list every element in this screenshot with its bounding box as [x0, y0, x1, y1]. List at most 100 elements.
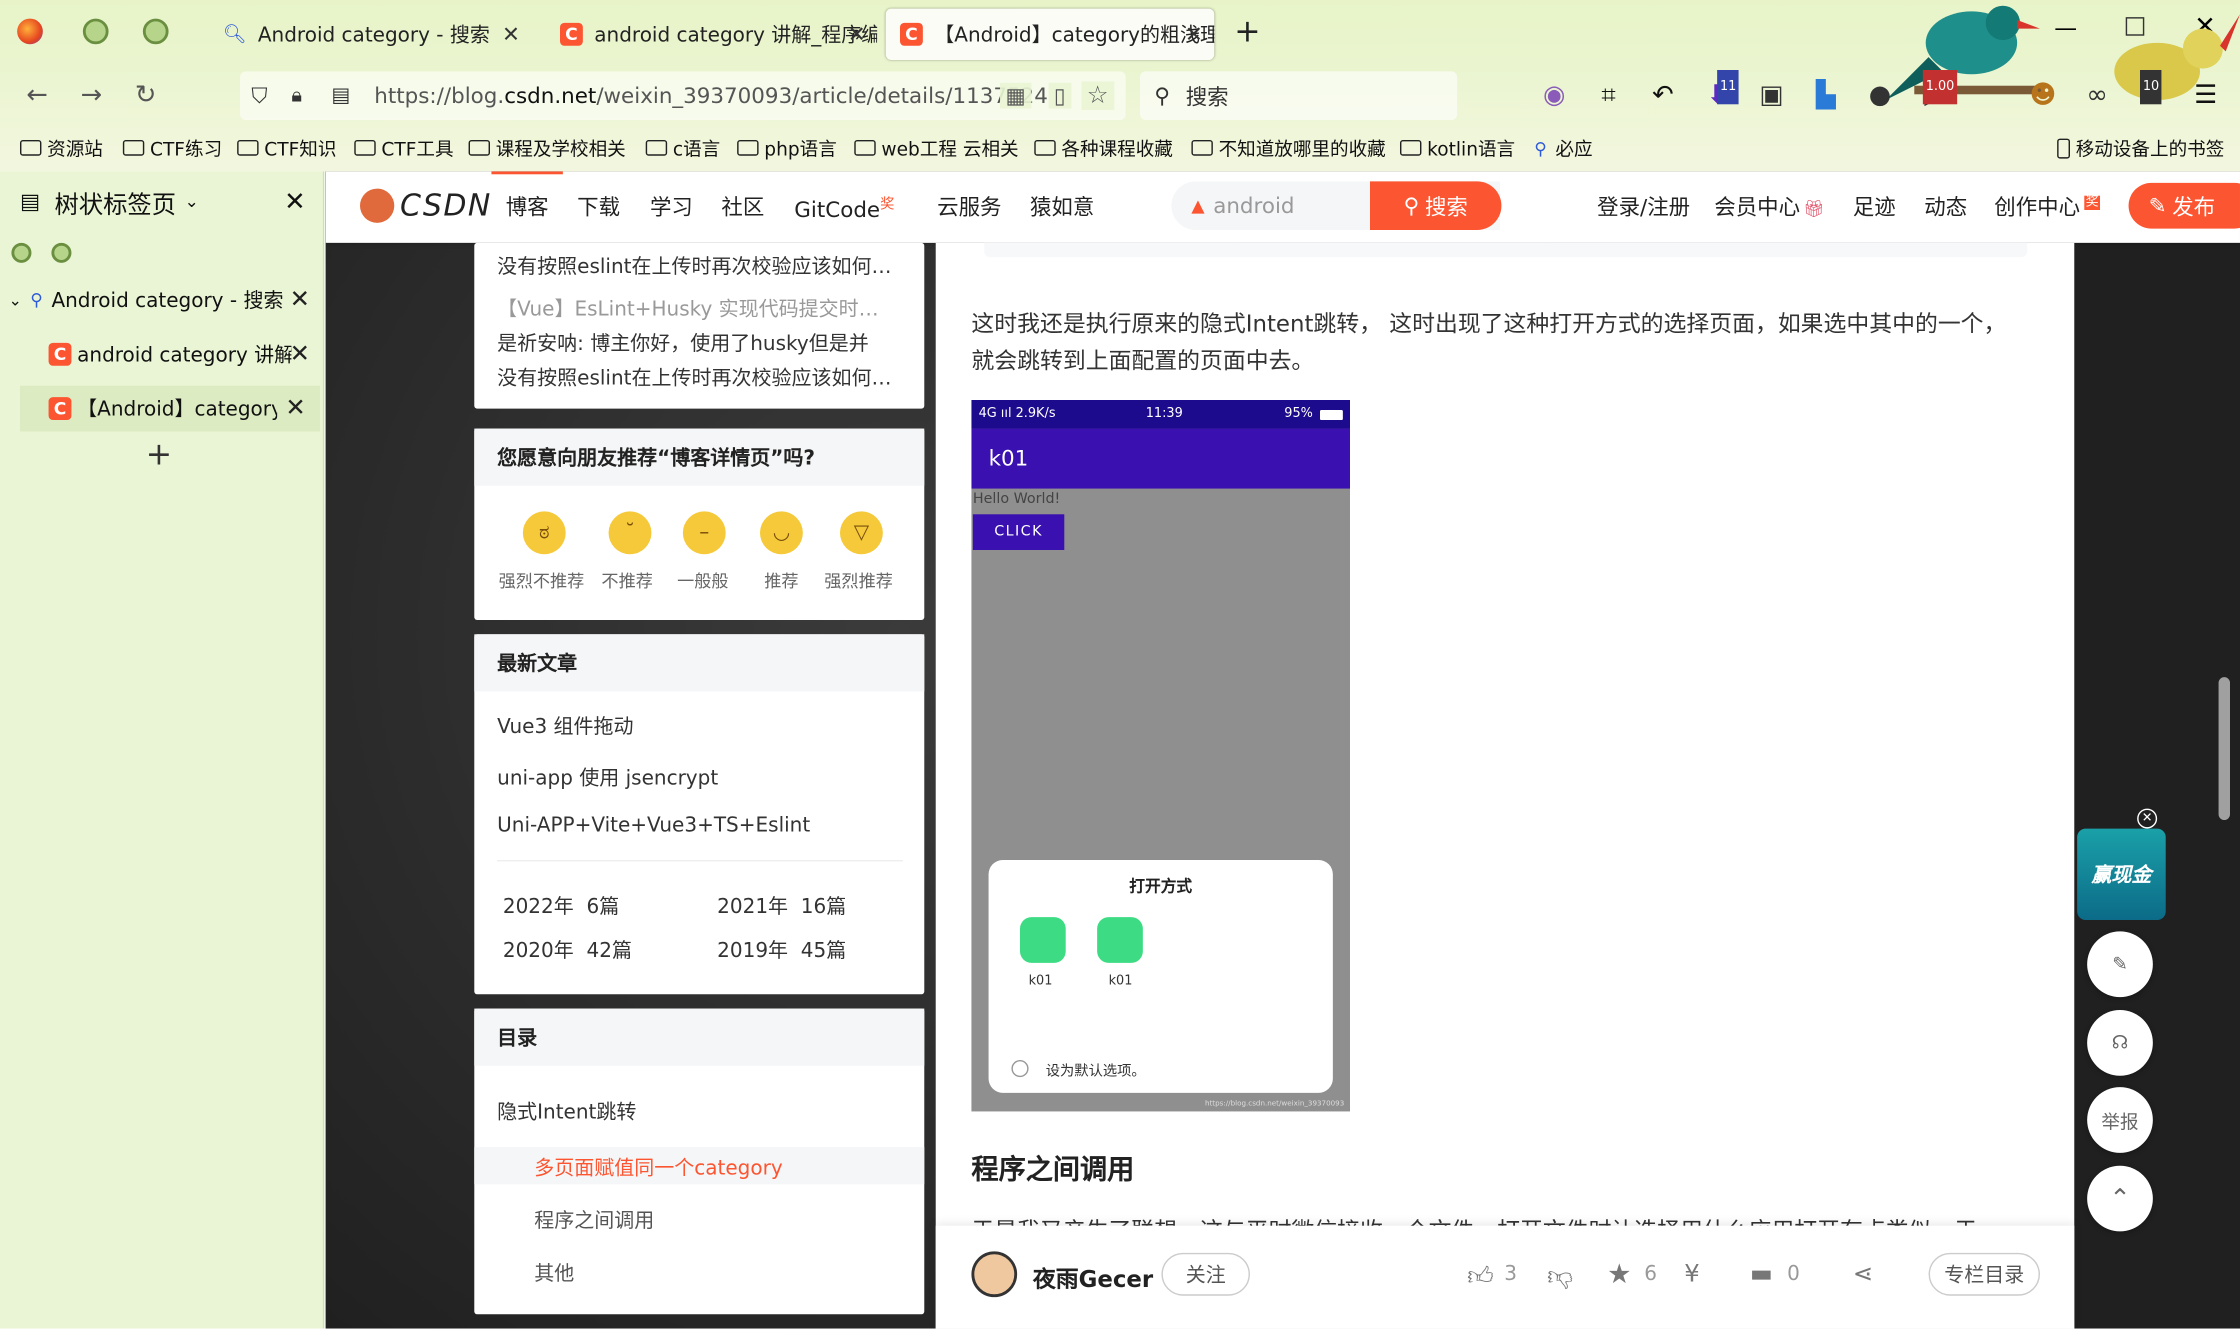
chevron-down-icon[interactable]: ⌄ [9, 291, 22, 310]
close-icon[interactable]: ✕ [290, 340, 310, 369]
article-link[interactable]: Uni-APP+Vite+Vue3+TS+Eslint [497, 814, 810, 837]
archive-link[interactable]: 2019年 45篇 [717, 936, 846, 965]
extension-icon[interactable]: ● [1863, 79, 1897, 113]
reader-view-icon[interactable]: ▯ [1048, 82, 1072, 109]
column-catalog-button[interactable]: 专栏目录 [1928, 1252, 2040, 1296]
bookmark-folder[interactable]: 不知道放哪里的收藏 [1191, 134, 1386, 161]
csdn-search-button[interactable]: ⚲ 搜索 [1369, 181, 1502, 230]
toc-item[interactable]: 程序之间调用 [534, 1206, 654, 1235]
csdn-logo[interactable]: CSDN [359, 188, 492, 223]
archive-link[interactable]: 2022年 6篇 [503, 891, 619, 920]
sidebar-item-android-category[interactable]: C android category 讲解_程 ✕ [0, 331, 324, 377]
neutral-face-icon[interactable]: – [682, 511, 726, 555]
chevron-down-icon[interactable]: ⌄ [185, 191, 199, 211]
sidebar-header[interactable]: ▤ 树状标签页 ⌄ ✕ [0, 171, 323, 231]
nav-learn[interactable]: 学习 [650, 191, 693, 221]
close-icon[interactable]: ✕ [502, 21, 520, 47]
bookmark-folder[interactable]: 各种课程收藏 [1034, 134, 1173, 161]
toc-item[interactable]: 隐式Intent跳转 [497, 1097, 636, 1126]
firefox-icon[interactable] [17, 18, 43, 45]
unhappy-face-icon[interactable]: ˘ [608, 511, 652, 555]
comment-text[interactable]: 是祈安呐: 博主你好，使用了husky但是并 [497, 329, 869, 358]
crop-icon[interactable]: ⌗ [1591, 79, 1625, 113]
bookmark-folder[interactable]: php语言 [737, 134, 837, 161]
extension-icon[interactable]: ☻ [2026, 79, 2060, 113]
comment-text[interactable]: 没有按照eslint在上传时再次校验应该如何… [497, 363, 891, 392]
toc-item[interactable]: 多页面赋值同一个category [534, 1153, 782, 1182]
scrollbar-thumb[interactable] [2218, 677, 2230, 820]
bookmark-folder[interactable]: CTF练习 [122, 134, 222, 161]
bookmark-folder[interactable]: web工程 云相关 [854, 134, 1019, 161]
back-to-top-icon[interactable]: ⌃ [2087, 1165, 2153, 1232]
download-icon[interactable]: ⬇11 [1700, 69, 1740, 113]
extension-icon[interactable]: ◉ [1537, 79, 1571, 113]
dislike-icon[interactable]: 👎︎ [1547, 1260, 1573, 1291]
tab-active-article[interactable]: C 【Android】category的粗浅理 ✕ [885, 8, 1215, 60]
vip-center-link[interactable]: 会员中心 🎁︎ [1714, 191, 1824, 221]
back-icon[interactable]: ← [20, 79, 54, 113]
activity-link[interactable]: 动态 [1924, 191, 1967, 221]
reward-icon[interactable]: ¥ [1684, 1260, 1699, 1289]
bookmark-link[interactable]: ⚲ 必应 [1534, 134, 1592, 162]
bookmark-folder[interactable]: kotlin语言 [1399, 134, 1515, 161]
like-icon[interactable]: 👍︎ [1467, 1260, 1494, 1291]
publish-button[interactable]: ✎ 发布 [2128, 182, 2240, 229]
close-icon[interactable]: ✕ [848, 21, 866, 47]
pinned-tab-icon[interactable] [82, 18, 109, 45]
sidebar-item-active[interactable]: C 【Android】category的粗 ✕ [19, 385, 320, 432]
tab-android-category[interactable]: C android category 讲解_程序编 ✕ [546, 9, 877, 60]
tabs-icon[interactable]: ▣ [1754, 79, 1788, 113]
bookmark-folder[interactable]: CTF知识 [237, 134, 336, 161]
reload-icon[interactable]: ↻ [129, 79, 163, 113]
extension-icon[interactable]: ▶1.00 [1917, 69, 1958, 113]
archive-link[interactable]: 2021年 16篇 [717, 891, 846, 920]
smile-face-icon[interactable]: ◡ [759, 511, 803, 555]
menu-icon[interactable]: ☰ [2189, 79, 2223, 113]
new-tab-button[interactable]: + [1234, 14, 1260, 50]
login-link[interactable]: 登录/注册 [1597, 191, 1690, 221]
extension-icon[interactable]: ▙ [1809, 79, 1843, 113]
angry-face-icon[interactable]: ಠ [522, 511, 566, 555]
nav-download[interactable]: 下载 [577, 191, 620, 221]
customer-service-icon[interactable]: ☊ [2087, 1009, 2153, 1076]
close-icon[interactable]: ✕ [285, 394, 305, 423]
toc-item[interactable]: 其他 [534, 1259, 574, 1288]
undo-icon[interactable]: ↶ [1646, 79, 1680, 113]
bookmark-folder[interactable]: c语言 [645, 134, 720, 161]
comment-article-link[interactable]: 【Vue】EsLint+Husky 实现代码提交时… [497, 294, 879, 323]
article-link[interactable]: Vue3 组件拖动 [497, 711, 633, 740]
nav-blog[interactable]: 博客 [506, 191, 549, 221]
bookmark-folder[interactable]: 资源站 [19, 134, 103, 161]
article-link[interactable]: uni-app 使用 jsencrypt [497, 763, 718, 792]
forward-icon[interactable]: → [74, 79, 108, 113]
bookmark-folder[interactable]: CTF工具 [354, 134, 454, 161]
add-tab-button[interactable]: + [146, 437, 172, 473]
qr-code-icon[interactable]: ▦ [999, 82, 1032, 109]
close-icon[interactable]: ✕ [1185, 21, 1203, 47]
laugh-face-icon[interactable]: ▽ [839, 511, 883, 555]
pinned-tab-icon[interactable] [142, 18, 169, 45]
sidebar-item-search[interactable]: ⌄ ⚲ Android category - 搜索 ✕ [0, 277, 324, 323]
pinned-tab-icon[interactable] [51, 242, 72, 263]
close-icon[interactable]: ✕ [2137, 808, 2158, 829]
pinned-tab-icon[interactable] [11, 242, 32, 263]
edit-icon[interactable]: ✎ [2087, 931, 2153, 998]
footprint-link[interactable]: 足迹 [1853, 191, 1896, 221]
archive-link[interactable]: 2020年 42篇 [503, 936, 632, 965]
comment-text[interactable]: 没有按照eslint在上传时再次校验应该如何… [497, 251, 891, 280]
tab-android-search[interactable]: 🔍︎ Android category - 搜索 ✕ [209, 9, 532, 60]
url-bar[interactable]: ⛉ 🔒︎ ▤ https://blog. csdn.net/weixin_3937… [239, 71, 1126, 120]
bookmark-mobile[interactable]: 移动设备上的书签 [2057, 134, 2224, 161]
bookmark-folder[interactable]: 课程及学校相关 [468, 134, 626, 161]
minimize-icon[interactable]: — [2054, 14, 2077, 41]
nav-community[interactable]: 社区 [721, 191, 764, 221]
author-name[interactable]: 夜雨Gecer [1033, 1260, 1153, 1294]
extension-icon[interactable]: ✔10 [2134, 69, 2168, 113]
follow-button[interactable]: 关注 [1161, 1252, 1250, 1296]
earn-cash-banner[interactable]: 赢现金 [2077, 828, 2166, 920]
extension-icon[interactable]: ∞ [2080, 79, 2114, 113]
nav-yuanruyi[interactable]: 猿如意 [1030, 191, 1094, 221]
report-button[interactable]: 举报 [2087, 1087, 2153, 1153]
nav-cloud[interactable]: 云服务 [937, 191, 1001, 221]
search-bar[interactable]: ⚲ 搜索 [1139, 71, 1458, 120]
